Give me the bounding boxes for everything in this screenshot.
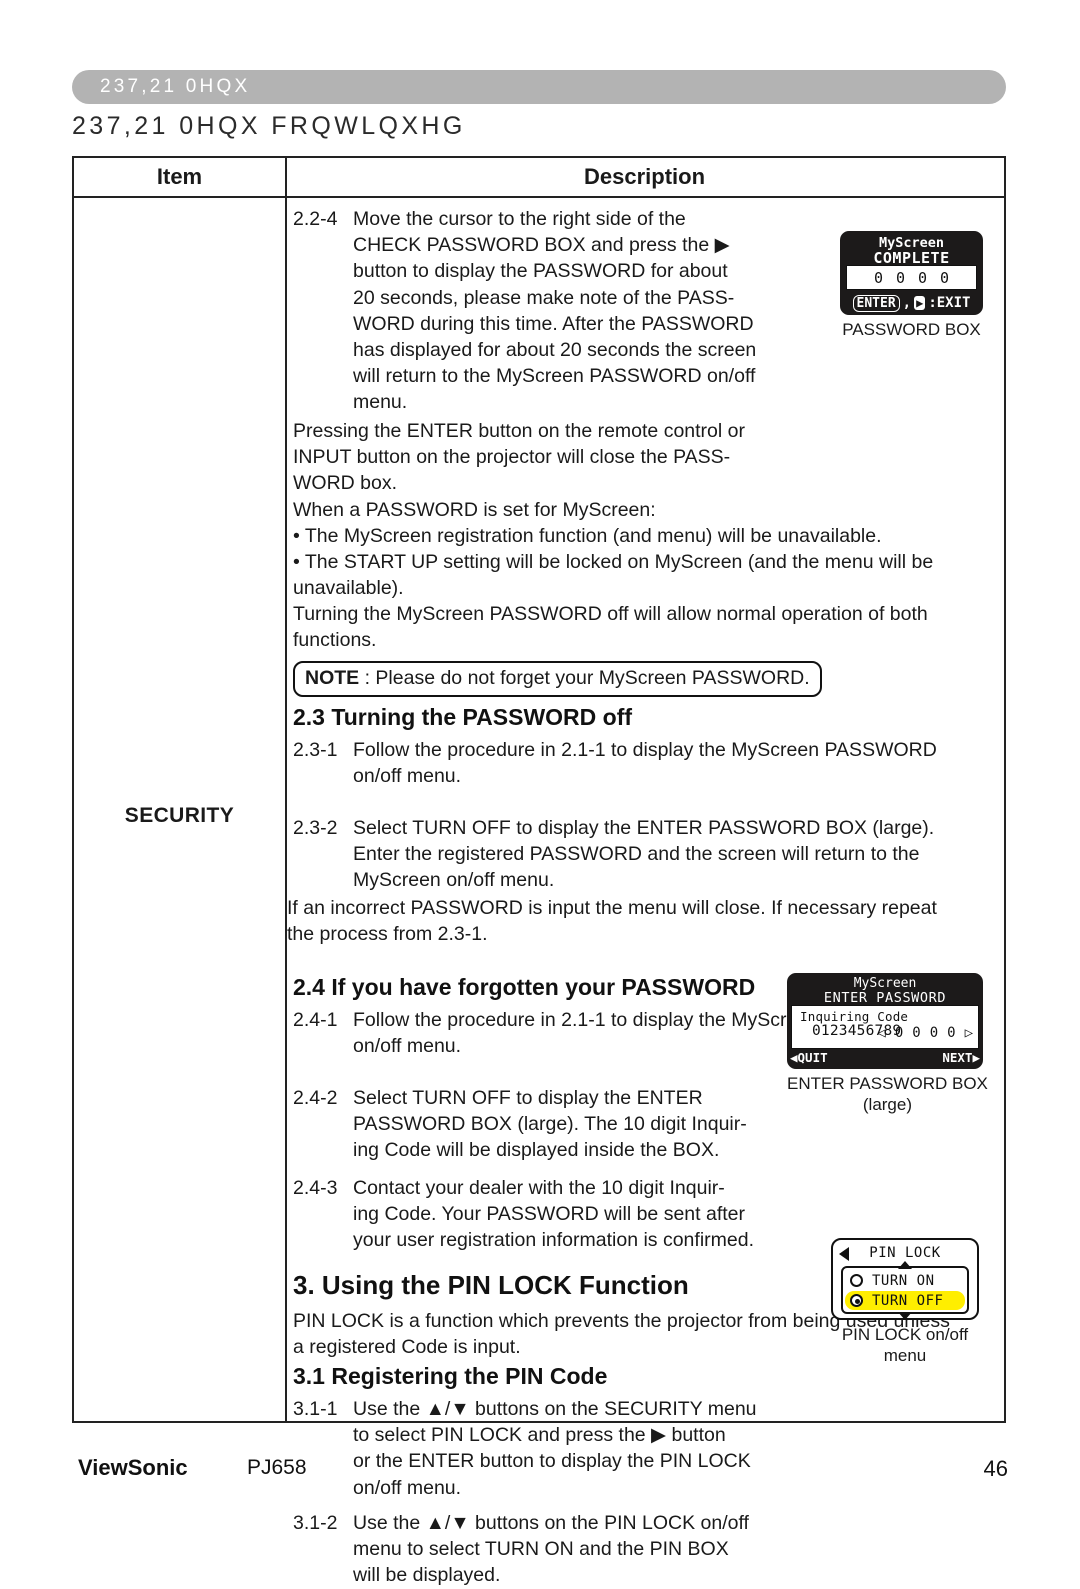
osd-password-digit-2: 0: [895, 268, 905, 287]
osd-password-box: MyScreen COMPLETE 0 0 0 0 ENTER , ▶ :EXI…: [840, 231, 983, 315]
paragraph-pressing-enter: Pressing the ENTER button on the remote …: [293, 420, 745, 521]
step-3-1-2-body: Use the ▲/▼ buttons on the PIN LOCK on/o…: [353, 1512, 749, 1587]
osd-next-label: NEXT▶: [942, 1050, 980, 1065]
osd-pin-lock-option-off-label: TURN OFF: [872, 1292, 944, 1309]
osd-pin-lock-option-turn-on[interactable]: TURN ON: [845, 1271, 965, 1290]
osd-enter-password-actionbar: ◀QUIT NEXT▶: [788, 1050, 982, 1068]
radio-selected-icon: [850, 1294, 863, 1307]
osd-pin-lock-option-on-label: TURN ON: [872, 1272, 935, 1289]
note-label: NOTE: [305, 667, 360, 689]
column-header-item: Item: [156, 164, 203, 189]
osd-enter-digit-4: 0: [947, 1025, 956, 1041]
step-2-3-1-number: 2.3-1: [293, 739, 338, 761]
enter-key-icon: ENTER: [852, 294, 900, 312]
running-header-text: 237,21 0HQX: [100, 76, 251, 97]
osd-enter-password-panel: Inquiring Code 0123456789 ◁ 0 0 0 0 ▷: [791, 1005, 979, 1049]
osd-password-digits: 0 0 0 0: [846, 265, 977, 290]
step-3-1-2-number: 3.1-2: [293, 1512, 338, 1534]
step-2-2-4-number: 2.2-4: [293, 208, 338, 230]
step-2-4-2-number: 2.4-2: [293, 1087, 338, 1109]
step-2-3-1-body: Follow the procedure in 2.1-1 to display…: [353, 739, 937, 788]
step-3-1-1-number: 3.1-1: [293, 1398, 338, 1420]
heading-3: 3. Using the PIN LOCK Function: [293, 1270, 689, 1300]
radio-unselected-icon: [850, 1274, 863, 1287]
step-2-4-2-body: Select TURN OFF to display the ENTER PAS…: [353, 1087, 747, 1162]
osd-password-box-keyhints: ENTER , ▶ :EXIT: [841, 292, 982, 314]
osd-password-digit-3: 0: [918, 268, 928, 287]
column-header-description: Description: [583, 164, 706, 189]
step-2-4-1-number: 2.4-1: [293, 1009, 338, 1031]
osd-enter-password-box-figure: MyScreen ENTER PASSWORD Inquiring Code 0…: [787, 973, 988, 1115]
osd-pin-lock-caption-1: PIN LOCK on/off: [841, 1325, 969, 1344]
osd-password-box-figure: MyScreen COMPLETE 0 0 0 0 ENTER , ▶ :EXI…: [840, 231, 983, 340]
table-header-row: Item Description: [74, 158, 1004, 198]
bullet-myscreen-registration: • The MyScreen registration function (an…: [293, 525, 882, 547]
note-text: : Please do not forget your MyScreen PAS…: [359, 667, 810, 689]
step-2-3-2-number: 2.3-2: [293, 817, 338, 839]
osd-exit-label: :EXIT: [928, 295, 971, 311]
note-box: NOTE : Please do not forget your MyScree…: [293, 661, 822, 697]
heading-3-1: 3.1 Registering the PIN Code: [293, 1363, 608, 1389]
scroll-up-arrow-icon: [898, 1261, 912, 1269]
right-arrow-key-icon: ▶: [914, 296, 926, 310]
bullet-startup-locked: • The START UP setting will be locked on…: [293, 551, 934, 600]
osd-quit-label: ◀QUIT: [790, 1050, 828, 1065]
footer-model: PJ658: [247, 1456, 307, 1479]
osd-pin-lock-figure: PIN LOCK TURN ON TURN OFF PIN LOCK on/of…: [831, 1238, 979, 1366]
osd-inquiring-code-label: Inquiring Code: [800, 1009, 909, 1024]
left-arrow-icon: ◁: [877, 1025, 886, 1041]
osd-password-box-caption: PASSWORD BOX: [842, 320, 981, 339]
spec-table: Item Description SECURITY 2.2-4 Move the…: [72, 156, 1006, 1586]
osd-pin-lock-options: TURN ON TURN OFF: [841, 1266, 969, 1314]
osd-pin-lock-title: PIN LOCK: [869, 1245, 941, 1261]
heading-2-4: 2.4 If you have forgotten your PASSWORD: [293, 974, 756, 1000]
osd-enter-password-title: MyScreen: [853, 976, 917, 991]
osd-pin-lock-menu: PIN LOCK TURN ON TURN OFF: [831, 1238, 979, 1320]
osd-enter-digit-selected: 0: [894, 1025, 904, 1041]
page-title: 237,21 0HQX FRQWLQXHG: [72, 112, 466, 140]
scroll-down-arrow-icon: [898, 1312, 912, 1320]
osd-pin-lock-option-turn-off[interactable]: TURN OFF: [845, 1291, 965, 1310]
running-header-banner: 237,21 0HQX: [72, 70, 1006, 104]
heading-2-3: 2.3 Turning the PASSWORD off: [293, 704, 633, 730]
osd-enter-password-digits: ◁ 0 0 0 0 ▷: [877, 1025, 973, 1041]
osd-enter-password-caption-1: ENTER PASSWORD BOX: [787, 1074, 988, 1093]
osd-password-digit-4: 0: [940, 268, 950, 287]
osd-pin-lock-caption-2: menu: [883, 1346, 927, 1365]
osd-key-separator: ,: [902, 295, 912, 311]
page-footer: ViewSonic PJ658 46: [0, 1455, 1080, 1487]
osd-password-digit-1: 0: [873, 268, 883, 287]
footer-brand: ViewSonic: [78, 1455, 188, 1480]
step-2-3-2-body: Select TURN OFF to display the ENTER PAS…: [353, 817, 935, 892]
osd-enter-digit-2: 0: [912, 1025, 921, 1041]
paragraph-incorrect-password: If an incorrect PASSWORD is input the me…: [287, 897, 937, 946]
step-2-2-4-body: Move the cursor to the right side of the…: [353, 208, 757, 414]
table-cell-item-security: SECURITY: [124, 804, 235, 827]
osd-enter-password-caption-2: (large): [862, 1095, 912, 1114]
step-2-4-3-number: 2.4-3: [293, 1177, 338, 1199]
right-arrow-icon: ▷: [964, 1025, 973, 1041]
osd-enter-password-subtitle: ENTER PASSWORD: [823, 990, 947, 1006]
step-2-4-3-body: Contact your dealer with the 10 digit In…: [353, 1177, 754, 1252]
footer-page-number: 46: [983, 1456, 1008, 1481]
osd-enter-digit-3: 0: [929, 1025, 939, 1041]
paragraph-turning-off: Turning the MyScreen PASSWORD off will a…: [293, 603, 928, 652]
osd-enter-password-box: MyScreen ENTER PASSWORD Inquiring Code 0…: [787, 973, 983, 1069]
